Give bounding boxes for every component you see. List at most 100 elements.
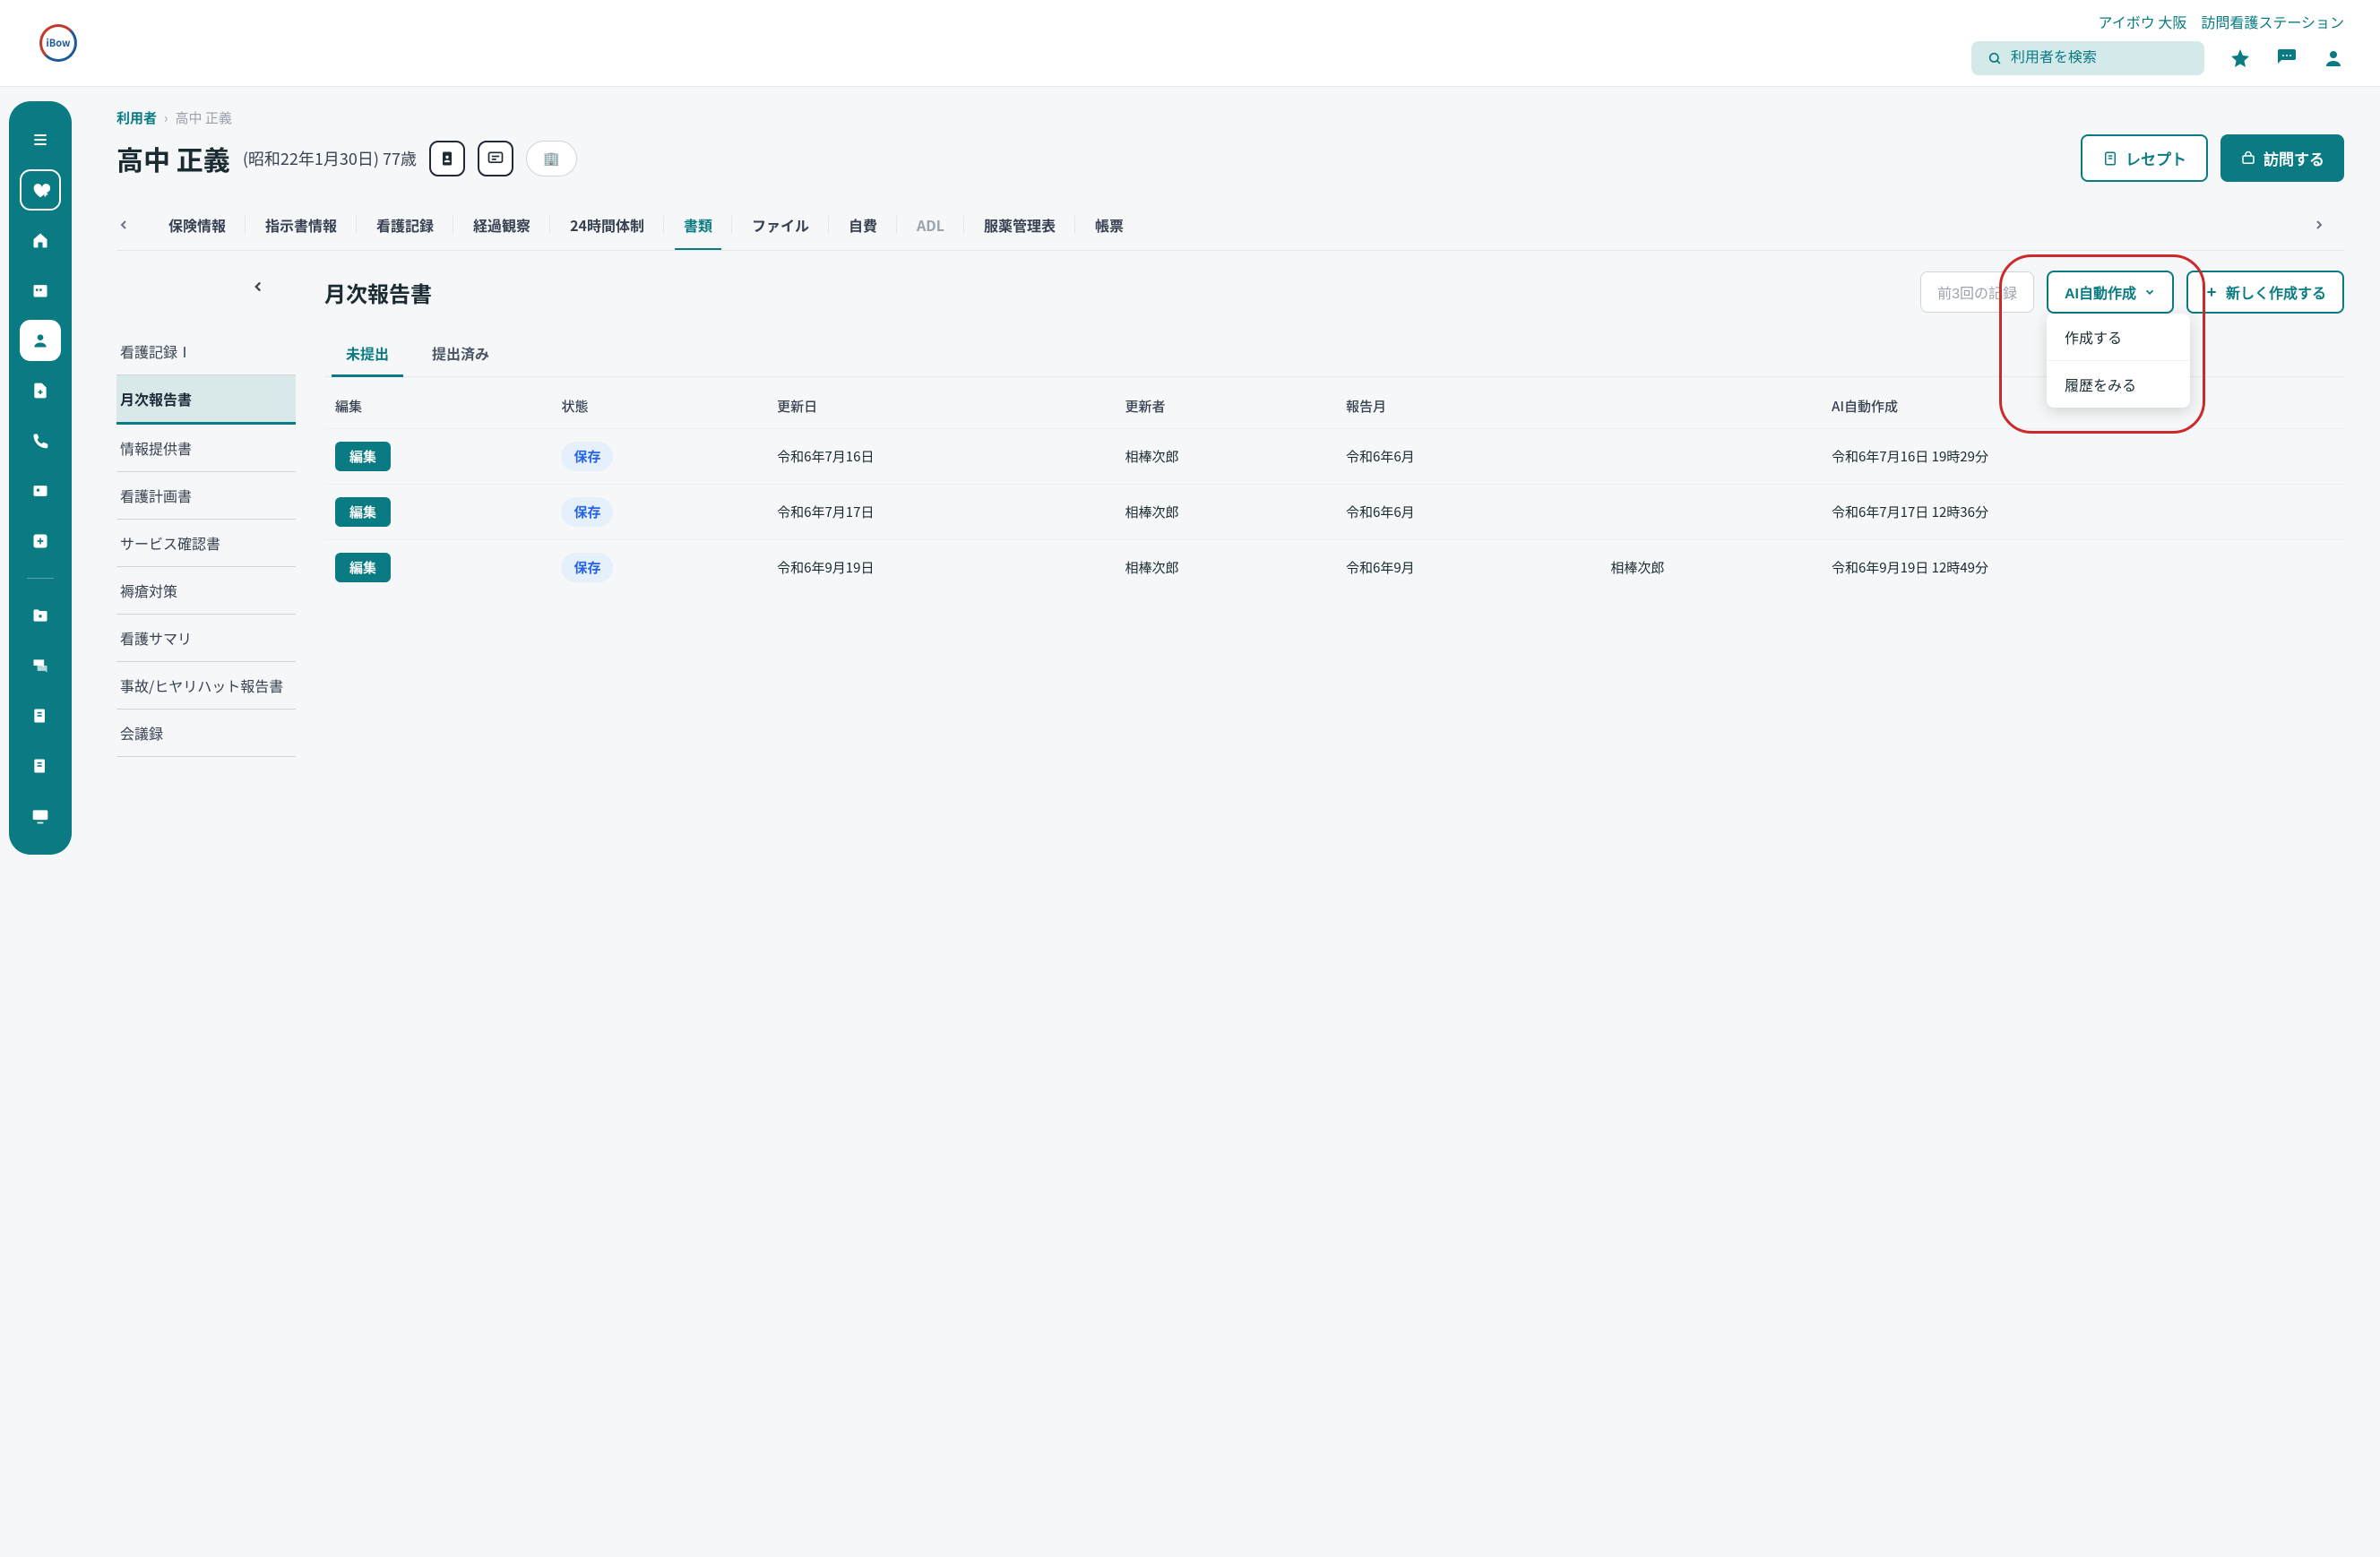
- subnav-item[interactable]: 月次報告書: [116, 375, 296, 425]
- subtab-item[interactable]: 未提出: [324, 330, 410, 376]
- building-pill[interactable]: 🏢: [526, 141, 577, 176]
- subnav-item[interactable]: サービス確認書: [116, 520, 296, 567]
- message-icon[interactable]: [478, 141, 513, 176]
- visit-button[interactable]: 訪問する: [2220, 134, 2344, 182]
- reports-table: 編集状態更新日更新者報告月AI自動作成 編集保存令和6年7月16日相棒次郎令和6…: [324, 384, 2344, 595]
- badge-icon[interactable]: [429, 141, 465, 176]
- chat-icon[interactable]: [2276, 47, 2298, 69]
- cell-updater: 相棒次郎: [1114, 540, 1335, 596]
- tab-item[interactable]: 服薬管理表: [984, 200, 1056, 250]
- table-header: 更新者: [1114, 384, 1335, 429]
- plus-square-icon[interactable]: [20, 520, 61, 562]
- cell-ai-user: [1600, 429, 1821, 485]
- logo[interactable]: iBow: [36, 21, 81, 65]
- subtabs: 未提出提出済み: [324, 330, 2344, 377]
- subtab-item[interactable]: 提出済み: [410, 330, 511, 376]
- user-icon[interactable]: [2323, 47, 2344, 69]
- cell-updater: 相棒次郎: [1114, 429, 1335, 485]
- tab-item[interactable]: 保険情報: [168, 200, 226, 250]
- tab-item[interactable]: 経過観察: [473, 200, 530, 250]
- chevron-right-icon: ›: [164, 108, 168, 127]
- tabs-scroll-right[interactable]: [2312, 218, 2344, 232]
- cell-updater: 相棒次郎: [1114, 485, 1335, 540]
- subnav-item[interactable]: 看護計画書: [116, 472, 296, 520]
- tab-item[interactable]: ファイル: [752, 200, 809, 250]
- top-header: iBow アイボウ 大阪 訪問看護ステーション: [0, 0, 2380, 87]
- subnav-item[interactable]: 会議録: [116, 710, 296, 757]
- tab-item[interactable]: 24時間体制: [570, 200, 644, 250]
- dropdown-item-history[interactable]: 履歴をみる: [2047, 361, 2190, 408]
- star-icon[interactable]: [2229, 47, 2251, 69]
- table-header: 更新日: [766, 384, 1114, 429]
- cell-ai-user: 相棒次郎: [1600, 540, 1821, 596]
- edit-button[interactable]: 編集: [335, 553, 391, 582]
- subnav-back[interactable]: [242, 271, 274, 303]
- breadcrumb: 利用者 › 高中 正義: [116, 108, 2344, 127]
- subnav-item[interactable]: 情報提供書: [116, 425, 296, 472]
- cell-ai-user: [1600, 485, 1821, 540]
- cell-date: 令和6年7月17日: [766, 485, 1114, 540]
- status-badge: 保存: [561, 442, 613, 471]
- main-content: 利用者 › 高中 正義 高中 正義 (昭和22年1月30日) 77歳 🏢: [81, 87, 2380, 869]
- ai-auto-create-button[interactable]: AI自動作成: [2047, 271, 2174, 314]
- list2-icon[interactable]: [20, 745, 61, 787]
- dropdown-item-create[interactable]: 作成する: [2047, 314, 2190, 361]
- list1-icon[interactable]: [20, 695, 61, 736]
- table-row: 編集保存令和6年9月19日相棒次郎令和6年9月相棒次郎令和6年9月19日 12時…: [324, 540, 2344, 596]
- cell-date: 令和6年7月16日: [766, 429, 1114, 485]
- breadcrumb-current: 高中 正義: [176, 108, 232, 127]
- messages-icon[interactable]: [20, 645, 61, 686]
- ai-dropdown: 作成する 履歴をみる: [2047, 314, 2190, 408]
- edit-button[interactable]: 編集: [335, 442, 391, 471]
- subnav-item[interactable]: 看護サマリ: [116, 615, 296, 662]
- phone-icon[interactable]: [20, 420, 61, 461]
- prev-3-button[interactable]: 前3回の記録: [1920, 271, 2034, 313]
- receipt-button[interactable]: レセプト: [2081, 134, 2208, 182]
- search-input[interactable]: [1971, 41, 2204, 75]
- monitor-icon[interactable]: [20, 796, 61, 837]
- cell-date: 令和6年9月19日: [766, 540, 1114, 596]
- new-create-button[interactable]: 新しく作成する: [2186, 271, 2344, 314]
- cell-month: 令和6年6月: [1335, 485, 1600, 540]
- tab-item[interactable]: 帳票: [1095, 200, 1124, 250]
- cell-ai-date: 令和6年7月16日 19時29分: [1821, 429, 2344, 485]
- tab-item[interactable]: ADL: [917, 200, 944, 250]
- search-icon: [1988, 50, 2002, 66]
- building-icon: 🏢: [543, 149, 560, 168]
- table-row: 編集 保存 令和6年7月16日相棒次郎令和6年6月 令和6年7月16日 19時29分: [324, 429, 2344, 485]
- table-row: 編集保存令和6年7月17日相棒次郎令和6年6月令和6年7月17日 12時36分: [324, 485, 2344, 540]
- tab-item[interactable]: 看護記録: [376, 200, 434, 250]
- breadcrumb-root[interactable]: 利用者: [116, 108, 157, 127]
- patient-dob-age: (昭和22年1月30日) 77歳: [243, 147, 417, 170]
- station-name[interactable]: アイボウ 大阪 訪問看護ステーション: [2099, 11, 2344, 32]
- tabs-scroll-left[interactable]: [116, 218, 149, 232]
- table-header: [1600, 384, 1821, 429]
- home-icon[interactable]: [20, 219, 61, 261]
- subnav: 看護記録Ⅰ月次報告書情報提供書看護計画書サービス確認書褥瘡対策看護サマリ事故/ヒ…: [116, 271, 296, 757]
- tabs: 保険情報指示書情報看護記録経過観察 24時間体制書類ファイル自費 ADL 服薬管理表帳…: [116, 200, 2344, 251]
- id-card-icon[interactable]: [20, 470, 61, 512]
- page-title: 月次報告書: [324, 277, 432, 308]
- heart-plus-icon[interactable]: [20, 169, 61, 211]
- subnav-item[interactable]: 褥瘡対策: [116, 567, 296, 615]
- folder-user-icon[interactable]: [20, 595, 61, 636]
- cell-ai-date: 令和6年9月19日 12時49分: [1821, 540, 2344, 596]
- sidebar: [0, 87, 81, 869]
- calendar-icon[interactable]: [20, 270, 61, 311]
- status-badge: 保存: [561, 553, 613, 582]
- subnav-item[interactable]: 看護記録Ⅰ: [116, 328, 296, 375]
- tab-item[interactable]: 自費: [849, 200, 877, 250]
- tab-item[interactable]: 指示書情報: [265, 200, 337, 250]
- cell-month: 令和6年6月: [1335, 429, 1600, 485]
- table-header: 報告月: [1335, 384, 1600, 429]
- edit-button[interactable]: 編集: [335, 497, 391, 527]
- plus-icon: [2204, 285, 2219, 299]
- user-sidebar-icon[interactable]: [20, 320, 61, 361]
- table-header: 状態: [550, 384, 766, 429]
- table-header: 編集: [324, 384, 550, 429]
- menu-icon[interactable]: [20, 119, 61, 160]
- file-plus-icon[interactable]: [20, 370, 61, 411]
- subnav-item[interactable]: 事故/ヒヤリハット報告書: [116, 662, 296, 710]
- cell-ai-date: 令和6年7月17日 12時36分: [1821, 485, 2344, 540]
- tab-item[interactable]: 書類: [684, 200, 712, 250]
